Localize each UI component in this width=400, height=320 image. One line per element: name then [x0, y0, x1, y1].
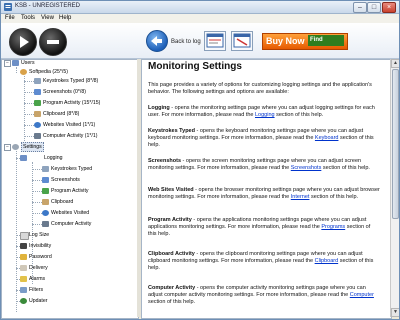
refresh-icon: [20, 298, 27, 304]
content-scrollbar[interactable]: ▲ ▼: [390, 59, 399, 317]
internet-help-link[interactable]: Internet: [291, 194, 310, 200]
globe-icon: [42, 210, 49, 216]
menu-view[interactable]: View: [41, 15, 54, 21]
app-window: KSB - UNREGISTERED – □ × File Tools View…: [0, 0, 400, 320]
screenshot-icon: [42, 177, 49, 183]
keyboard-help-link[interactable]: Keyboard: [315, 135, 339, 141]
settings-view-button[interactable]: [231, 31, 253, 51]
envelope-icon: [20, 265, 27, 271]
logging-icon: [20, 155, 27, 161]
page-title: Monitoring Settings: [148, 61, 242, 72]
users-expander[interactable]: −: [4, 60, 11, 67]
toolbar: Back to log Buy Now Find: [1, 23, 399, 59]
back-button[interactable]: [146, 30, 168, 52]
log-view-button[interactable]: [204, 31, 226, 51]
intro-paragraph: This page provides a variety of options …: [148, 82, 372, 95]
programs-help-link[interactable]: Programs: [321, 224, 345, 230]
computer-icon: [42, 221, 49, 227]
window-title: KSB - UNREGISTERED: [15, 3, 81, 9]
arrow-left-icon: [151, 36, 162, 46]
gear-icon: [12, 144, 19, 150]
back-label[interactable]: Back to log: [171, 39, 201, 45]
clipboard-help-link[interactable]: Clipboard: [315, 258, 339, 264]
invisibility-icon: [20, 243, 27, 249]
section-clipboard: Clipboard Activity - opens the clipboard…: [148, 251, 374, 271]
keyboard-icon: [42, 166, 49, 172]
stop-button[interactable]: [39, 28, 67, 56]
logging-help-link[interactable]: Logging: [255, 112, 275, 118]
window-icon: [206, 33, 224, 48]
clipboard-icon: [34, 111, 41, 117]
navigation-tree: − Users Softpedia (25*/5) Keystrokes Typ…: [1, 59, 139, 319]
play-icon: [20, 36, 29, 48]
edit-window-icon: [233, 33, 251, 48]
keyboard-icon: [34, 78, 41, 84]
section-screenshots: Screenshots - opens the screen monitorin…: [148, 158, 370, 171]
title-bar: KSB - UNREGISTERED – □ ×: [1, 1, 399, 14]
maximize-button[interactable]: □: [367, 2, 381, 13]
stop-icon: [47, 40, 59, 44]
menu-tools[interactable]: Tools: [21, 15, 35, 21]
program-icon: [34, 100, 41, 106]
alarm-icon: [20, 276, 27, 282]
screenshots-help-link[interactable]: Screenshots: [291, 165, 322, 171]
log-size-icon: [20, 232, 29, 240]
find-label: Find: [308, 35, 344, 46]
clipboard-icon: [42, 199, 49, 205]
section-logging: Logging - opens the monitoring settings …: [148, 105, 375, 118]
section-program-activity: Program Activity - opens the application…: [148, 217, 371, 237]
program-icon: [42, 188, 49, 194]
minimize-button[interactable]: –: [353, 2, 367, 13]
close-button[interactable]: ×: [382, 2, 396, 13]
play-button[interactable]: [9, 28, 37, 56]
section-keystrokes: Keystrokes Typed - opens the keyboard mo…: [148, 128, 374, 148]
computer-icon: [34, 133, 41, 139]
section-computer-activity: Computer Activity - opens the computer a…: [148, 285, 374, 305]
menu-file[interactable]: File: [5, 15, 15, 21]
scrollbar-thumb[interactable]: [392, 69, 399, 219]
settings-expander[interactable]: −: [4, 144, 11, 151]
computer-help-link[interactable]: Computer: [350, 292, 374, 298]
menu-bar: File Tools View Help: [1, 14, 399, 23]
screenshot-icon: [34, 89, 41, 95]
help-content-pane: Monitoring Settings This page provides a…: [141, 59, 392, 319]
globe-icon: [34, 122, 41, 128]
scroll-up-button[interactable]: ▲: [391, 59, 399, 68]
app-icon: [4, 3, 12, 11]
user-icon: [20, 69, 27, 75]
filter-icon: [20, 287, 27, 293]
section-web-sites: Web Sites Visited - opens the browser mo…: [148, 187, 380, 200]
menu-help[interactable]: Help: [59, 15, 71, 21]
key-icon: [20, 254, 27, 260]
buy-now-banner[interactable]: Buy Now Find: [262, 33, 348, 50]
users-icon: [12, 60, 19, 66]
buy-now-label: Buy Now: [266, 36, 305, 46]
scroll-down-button[interactable]: ▼: [391, 308, 399, 317]
